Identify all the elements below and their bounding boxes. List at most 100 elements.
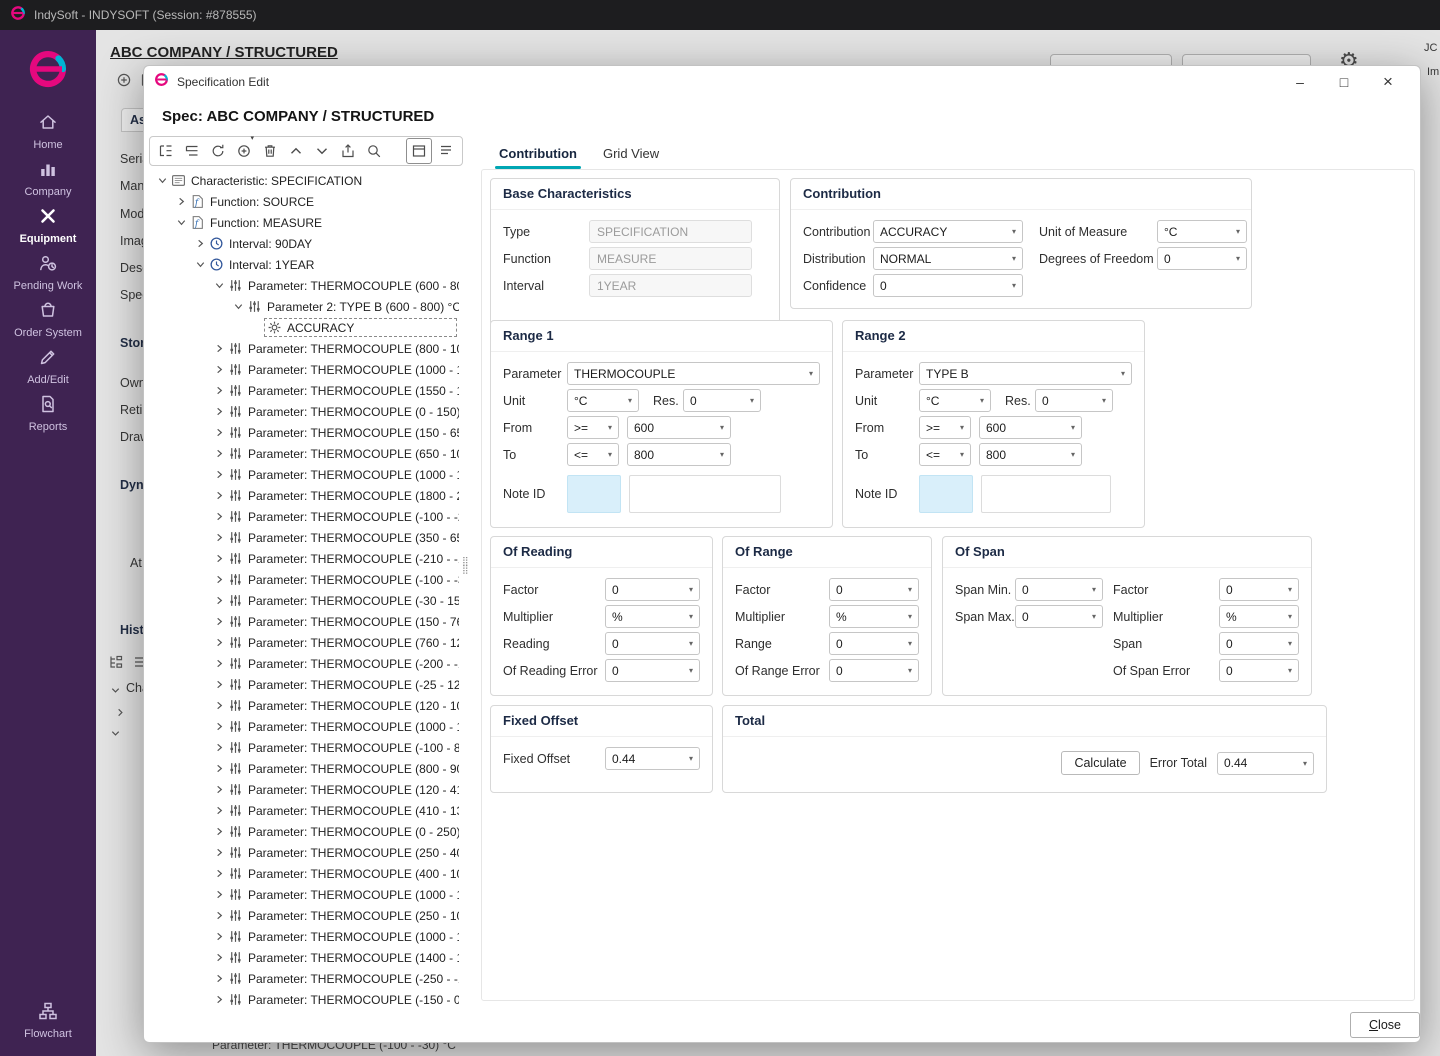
chevron-collapsed-icon[interactable]	[212, 615, 226, 629]
delete-icon[interactable]	[258, 139, 282, 163]
move-down-icon[interactable]	[310, 139, 334, 163]
fixed-offset-select[interactable]: 0.44▾	[605, 747, 700, 770]
chevron-collapsed-icon[interactable]	[212, 573, 226, 587]
tree-item[interactable]: Parameter: THERMOCOUPLE (250 - 400) °	[149, 842, 463, 863]
range1-note-text-box[interactable]	[629, 475, 781, 513]
of-reading-multiplier-select[interactable]: %▾	[605, 605, 700, 628]
chevron-collapsed-icon[interactable]	[212, 405, 226, 419]
tree-item[interactable]: Parameter: THERMOCOUPLE (1000 - 1767	[149, 884, 463, 905]
range1-to-operator-select[interactable]: <=▾	[567, 443, 619, 466]
contribution-select[interactable]: ACCURACY▾	[873, 220, 1023, 243]
function-input[interactable]: MEASURE	[589, 247, 752, 270]
span-min-select[interactable]: 0▾	[1015, 578, 1103, 601]
chevron-expanded-icon[interactable]	[212, 279, 226, 293]
range1-unit-select[interactable]: °C▾	[567, 389, 639, 412]
range2-to-value-select[interactable]: 800▾	[979, 443, 1082, 466]
chevron-collapsed-icon[interactable]	[212, 384, 226, 398]
tree-item[interactable]: Parameter: THERMOCOUPLE (650 - 1000)	[149, 443, 463, 464]
close-button[interactable]: Close	[1350, 1012, 1420, 1038]
of-range-error-select[interactable]: 0▾	[829, 659, 919, 682]
range2-to-operator-select[interactable]: <=▾	[919, 443, 971, 466]
chevron-collapsed-icon[interactable]	[212, 993, 226, 1007]
chevron-collapsed-icon[interactable]	[174, 195, 188, 209]
sidebar-item-order-system[interactable]: Order System	[0, 296, 96, 343]
chevron-collapsed-icon[interactable]	[212, 783, 226, 797]
chevron-collapsed-icon[interactable]	[212, 426, 226, 440]
export-icon[interactable]	[336, 139, 360, 163]
sidebar-item-company[interactable]: Company	[0, 155, 96, 202]
tree-item[interactable]: Parameter: THERMOCOUPLE (1000 - 1550	[149, 359, 463, 380]
dialog-titlebar[interactable]: Specification Edit – □ ×	[144, 66, 1420, 98]
chevron-collapsed-icon[interactable]	[212, 531, 226, 545]
dialog-close-x-button[interactable]: ×	[1366, 68, 1410, 96]
chevron-collapsed-icon[interactable]	[212, 510, 226, 524]
tree-item[interactable]: Characteristic: SPECIFICATION	[149, 170, 463, 191]
range2-res-select[interactable]: 0▾	[1035, 389, 1113, 412]
chevron-collapsed-icon[interactable]	[212, 825, 226, 839]
tree-item[interactable]: Parameter: THERMOCOUPLE (120 - 410) °	[149, 779, 463, 800]
tree-item[interactable]: Parameter: THERMOCOUPLE (1550 - 1820	[149, 380, 463, 401]
sidebar-item-pending-work[interactable]: Pending Work	[0, 249, 96, 296]
chevron-collapsed-icon[interactable]	[212, 930, 226, 944]
chevron-collapsed-icon[interactable]	[212, 657, 226, 671]
chevron-collapsed-icon[interactable]	[212, 951, 226, 965]
error-total-select[interactable]: 0.44▾	[1217, 752, 1314, 775]
panel-splitter-handle[interactable]: ⣿⣿	[462, 557, 469, 573]
tree-item[interactable]: Parameter: THERMOCOUPLE (400 - 1000)	[149, 863, 463, 884]
of-reading-error-select[interactable]: 0▾	[605, 659, 700, 682]
chevron-expanded-icon[interactable]	[174, 216, 188, 230]
search-icon[interactable]	[362, 139, 386, 163]
tree-item[interactable]: Parameter: THERMOCOUPLE (1000 - 1372	[149, 716, 463, 737]
chevron-collapsed-icon[interactable]	[212, 342, 226, 356]
of-span-error-select[interactable]: 0▾	[1219, 659, 1299, 682]
range2-from-value-select[interactable]: 600▾	[979, 416, 1082, 439]
of-span-factor-select[interactable]: 0▾	[1219, 578, 1299, 601]
tree-item[interactable]: Parameter: THERMOCOUPLE (0 - 150) °C	[149, 401, 463, 422]
chevron-collapsed-icon[interactable]	[212, 720, 226, 734]
tree-item[interactable]: Parameter: THERMOCOUPLE (-250 - -150)	[149, 968, 463, 989]
distribution-select[interactable]: NORMAL▾	[873, 247, 1023, 270]
chevron-collapsed-icon[interactable]	[212, 804, 226, 818]
degrees-of-freedom-select[interactable]: 0▾	[1157, 247, 1247, 270]
tab-grid-view[interactable]: Grid View	[593, 140, 669, 170]
of-span-multiplier-select[interactable]: %▾	[1219, 605, 1299, 628]
tree-item[interactable]: Parameter: THERMOCOUPLE (0 - 250) °C	[149, 821, 463, 842]
type-input[interactable]: SPECIFICATION	[589, 220, 752, 243]
range1-res-select[interactable]: 0▾	[683, 389, 761, 412]
sidebar-logo[interactable]	[0, 30, 96, 108]
range1-from-value-select[interactable]: 600▾	[627, 416, 731, 439]
tree-item[interactable]: Interval: 1YEAR	[149, 254, 463, 275]
confidence-select[interactable]: 0▾	[873, 274, 1023, 297]
range2-note-text-box[interactable]	[981, 475, 1111, 513]
chevron-collapsed-icon[interactable]	[212, 447, 226, 461]
tree-item[interactable]: Parameter: THERMOCOUPLE (-25 - 120) °	[149, 674, 463, 695]
range1-to-value-select[interactable]: 800▾	[627, 443, 731, 466]
chevron-expanded-icon[interactable]	[231, 300, 245, 314]
tree-item[interactable]: Parameter: THERMOCOUPLE (-100 - -25)	[149, 506, 463, 527]
minimize-button[interactable]: –	[1278, 68, 1322, 96]
interval-input[interactable]: 1YEAR	[589, 274, 752, 297]
sidebar-item-equipment[interactable]: Equipment	[0, 202, 96, 249]
tree-item[interactable]: Parameter: THERMOCOUPLE (-150 - 0) °C	[149, 989, 463, 1010]
chevron-collapsed-icon[interactable]	[212, 678, 226, 692]
tab-contribution[interactable]: Contribution	[489, 140, 587, 170]
tree-item[interactable]: Parameter: THERMOCOUPLE (150 - 760) °	[149, 611, 463, 632]
chevron-collapsed-icon[interactable]	[212, 972, 226, 986]
tree-item[interactable]: fFunction: MEASURE	[149, 212, 463, 233]
maximize-button[interactable]: □	[1322, 68, 1366, 96]
tree-item[interactable]: Parameter: THERMOCOUPLE (1400 - 1767	[149, 947, 463, 968]
of-reading-reading-select[interactable]: 0▾	[605, 632, 700, 655]
tree-item[interactable]: Parameter: THERMOCOUPLE (-200 - -100	[149, 653, 463, 674]
chevron-collapsed-icon[interactable]	[212, 867, 226, 881]
of-range-factor-select[interactable]: 0▾	[829, 578, 919, 601]
tree-item[interactable]: Parameter: THERMOCOUPLE (-30 - 150) °	[149, 590, 463, 611]
tree-item[interactable]: Parameter: THERMOCOUPLE (250 - 1000)	[149, 905, 463, 926]
chevron-expanded-icon[interactable]	[193, 258, 207, 272]
chevron-collapsed-icon[interactable]	[212, 741, 226, 755]
tree-item[interactable]: Parameter: THERMOCOUPLE (600 - 800) °	[149, 275, 463, 296]
tree-item[interactable]: Parameter: THERMOCOUPLE (1000 - 1800	[149, 464, 463, 485]
chevron-expanded-icon[interactable]	[155, 174, 169, 188]
expand-tree-icon[interactable]	[154, 139, 178, 163]
tree-item[interactable]: Parameter: THERMOCOUPLE (-100 - -30) °	[149, 569, 463, 590]
chevron-collapsed-icon[interactable]	[212, 489, 226, 503]
